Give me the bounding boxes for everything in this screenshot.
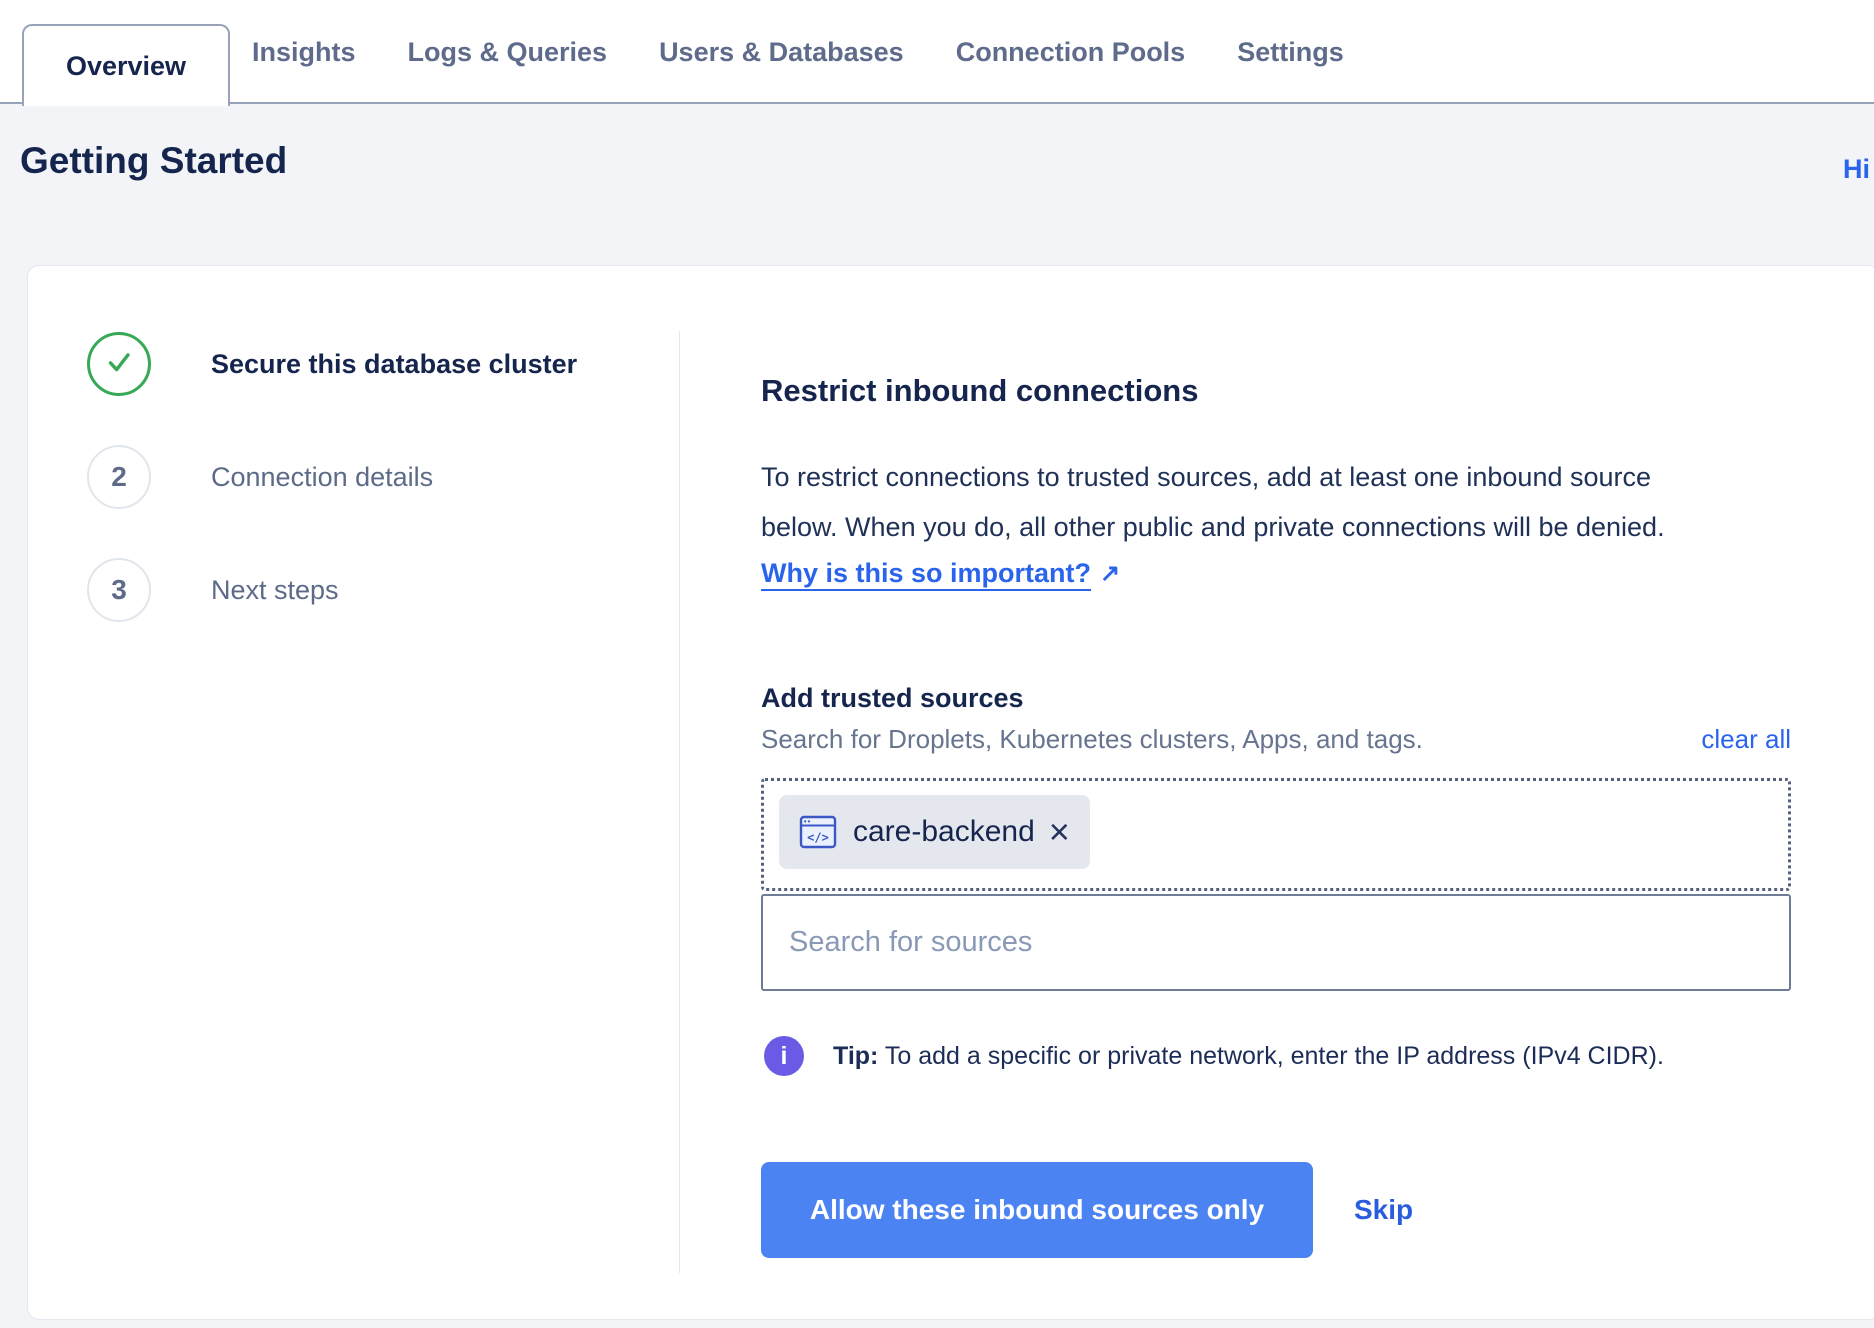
why-important-link[interactable]: Why is this so important? bbox=[761, 558, 1091, 589]
step-1-label: Secure this database cluster bbox=[211, 349, 577, 380]
app-window-icon: </> bbox=[799, 815, 837, 849]
search-sources-box bbox=[761, 894, 1791, 991]
search-sources-input[interactable] bbox=[763, 896, 1789, 989]
step-secure-cluster[interactable]: Secure this database cluster bbox=[87, 332, 577, 396]
section-heading: Restrict inbound connections bbox=[761, 373, 1198, 409]
sources-hint-row: Search for Droplets, Kubernetes clusters… bbox=[761, 724, 1791, 755]
description-line-1: To restrict connections to trusted sourc… bbox=[761, 452, 1665, 502]
section-description: To restrict connections to trusted sourc… bbox=[761, 452, 1665, 552]
tip-text: Tip: To add a specific or private networ… bbox=[833, 1042, 1664, 1071]
svg-text:</>: </> bbox=[807, 831, 829, 845]
close-icon[interactable]: × bbox=[1049, 814, 1070, 850]
info-icon: i bbox=[764, 1036, 804, 1076]
step-connection-details[interactable]: 2 Connection details bbox=[87, 445, 433, 509]
stepper-content-divider bbox=[679, 331, 680, 1273]
page: Overview Insights Logs & Queries Users &… bbox=[0, 0, 1874, 1328]
getting-started-card: Secure this database cluster 2 Connectio… bbox=[27, 265, 1874, 1320]
tab-overview[interactable]: Overview bbox=[22, 24, 230, 106]
check-icon bbox=[102, 345, 136, 384]
tab-insights[interactable]: Insights bbox=[252, 37, 356, 68]
step-1-circle bbox=[87, 332, 151, 396]
tab-settings[interactable]: Settings bbox=[1237, 37, 1344, 68]
trusted-sources-token-area[interactable]: </> care-backend × bbox=[761, 778, 1791, 891]
tip-label: Tip: bbox=[833, 1042, 878, 1070]
hide-link[interactable]: Hi bbox=[1843, 154, 1870, 185]
step-2-label: Connection details bbox=[211, 462, 433, 493]
tip-body: To add a specific or private network, en… bbox=[885, 1042, 1664, 1070]
tip-row: i Tip: To add a specific or private netw… bbox=[764, 1036, 1664, 1076]
sources-hint-text: Search for Droplets, Kubernetes clusters… bbox=[761, 724, 1423, 755]
tab-connection-pools[interactable]: Connection Pools bbox=[956, 37, 1186, 68]
tab-list: Insights Logs & Queries Users & Database… bbox=[252, 0, 1344, 104]
external-link-arrow-icon: ↗ bbox=[1100, 559, 1120, 588]
step-2-circle: 2 bbox=[87, 445, 151, 509]
skip-link[interactable]: Skip bbox=[1354, 1162, 1413, 1258]
clear-all-link[interactable]: clear all bbox=[1701, 724, 1791, 755]
allow-inbound-sources-button[interactable]: Allow these inbound sources only bbox=[761, 1162, 1313, 1258]
step-3-label: Next steps bbox=[211, 575, 339, 606]
source-chip-care-backend[interactable]: </> care-backend × bbox=[779, 795, 1090, 869]
add-trusted-sources-label: Add trusted sources bbox=[761, 683, 1024, 714]
page-title: Getting Started bbox=[20, 140, 287, 182]
why-important-row: Why is this so important? ↗ bbox=[761, 558, 1120, 589]
tab-logs-queries[interactable]: Logs & Queries bbox=[408, 37, 608, 68]
description-line-2: below. When you do, all other public and… bbox=[761, 502, 1665, 552]
chip-label: care-backend bbox=[853, 815, 1035, 849]
tab-users-databases[interactable]: Users & Databases bbox=[659, 37, 904, 68]
step-next-steps[interactable]: 3 Next steps bbox=[87, 558, 339, 622]
step-3-circle: 3 bbox=[87, 558, 151, 622]
